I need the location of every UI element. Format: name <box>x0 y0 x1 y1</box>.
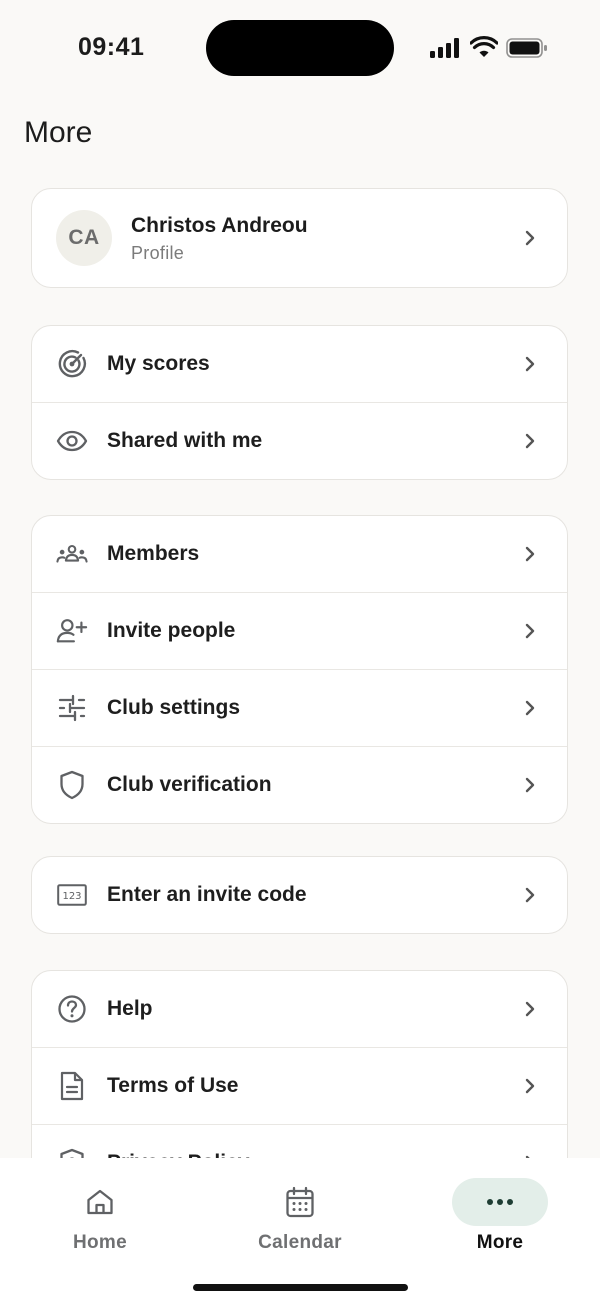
chevron-right-icon <box>525 546 535 562</box>
menu-item-terms-of-use[interactable]: Terms of Use <box>32 1047 567 1124</box>
menu-item-help[interactable]: Help <box>32 971 567 1047</box>
signal-icon <box>430 38 459 58</box>
target-icon <box>56 348 88 380</box>
menu-item-invite-people[interactable]: Invite people <box>32 592 567 669</box>
tab-bar: Home Calendar More <box>0 1158 600 1304</box>
calendar-icon <box>240 1174 360 1230</box>
scores-card: My scores Shared with me <box>31 325 568 480</box>
home-indicator <box>193 1284 408 1291</box>
menu-item-members[interactable]: Members <box>32 516 567 592</box>
tab-label: Home <box>73 1232 127 1253</box>
invite-code-card: 123 Enter an invite code <box>31 856 568 934</box>
menu-item-label: My scores <box>107 352 210 375</box>
club-card: Members Invite people Club settings Club… <box>31 515 568 824</box>
tab-label: Calendar <box>258 1232 342 1253</box>
battery-icon <box>506 38 547 58</box>
code-123-icon: 123 <box>56 879 88 911</box>
chevron-right-icon <box>525 623 535 639</box>
help-circle-icon <box>56 993 88 1025</box>
tab-label: More <box>476 1232 524 1253</box>
wifi-icon <box>470 36 498 57</box>
chevron-right-icon <box>525 1078 535 1094</box>
status-time: 09:41 <box>78 33 145 61</box>
chevron-right-icon <box>525 1001 535 1017</box>
menu-item-label: Help <box>107 997 153 1020</box>
status-bar: 09:41 <box>0 0 600 96</box>
chevron-right-icon <box>525 230 535 246</box>
tab-more[interactable]: More <box>440 1174 560 1254</box>
chevron-right-icon <box>525 433 535 449</box>
sliders-icon <box>56 692 88 724</box>
page-title: More <box>24 116 93 149</box>
add-user-icon <box>56 615 88 647</box>
profile-row[interactable]: CA Christos Andreou Profile <box>32 189 567 287</box>
menu-item-label: Members <box>107 542 200 565</box>
chevron-right-icon <box>525 887 535 903</box>
menu-item-label: Terms of Use <box>107 1074 239 1097</box>
eye-icon <box>56 425 88 457</box>
menu-item-label: Enter an invite code <box>107 883 307 906</box>
menu-item-club-verification[interactable]: Club verification <box>32 746 567 823</box>
members-icon <box>56 538 88 570</box>
tab-home[interactable]: Home <box>40 1174 160 1254</box>
home-icon <box>40 1174 160 1230</box>
active-tab-pill <box>452 1178 548 1226</box>
more-dots-icon <box>487 1199 513 1205</box>
chevron-right-icon <box>525 700 535 716</box>
chevron-right-icon <box>525 356 535 372</box>
profile-name: Christos Andreou <box>131 214 308 237</box>
document-icon <box>56 1070 88 1102</box>
dynamic-island <box>206 20 394 76</box>
menu-item-shared-with-me[interactable]: Shared with me <box>32 402 567 479</box>
profile-card: CA Christos Andreou Profile <box>31 188 568 288</box>
tab-calendar[interactable]: Calendar <box>240 1174 360 1254</box>
menu-item-club-settings[interactable]: Club settings <box>32 669 567 746</box>
menu-item-label: Club verification <box>107 773 272 796</box>
menu-item-label: Invite people <box>107 619 236 642</box>
menu-item-label: Shared with me <box>107 429 263 452</box>
code-123-icon-text: 123 <box>62 891 81 902</box>
menu-item-label: Club settings <box>107 696 241 719</box>
shield-icon <box>56 769 88 801</box>
profile-subtitle: Profile <box>131 243 185 263</box>
avatar: CA <box>56 210 112 266</box>
chevron-right-icon <box>525 777 535 793</box>
menu-item-my-scores[interactable]: My scores <box>32 326 567 402</box>
menu-item-enter-invite-code[interactable]: 123 Enter an invite code <box>32 857 567 933</box>
